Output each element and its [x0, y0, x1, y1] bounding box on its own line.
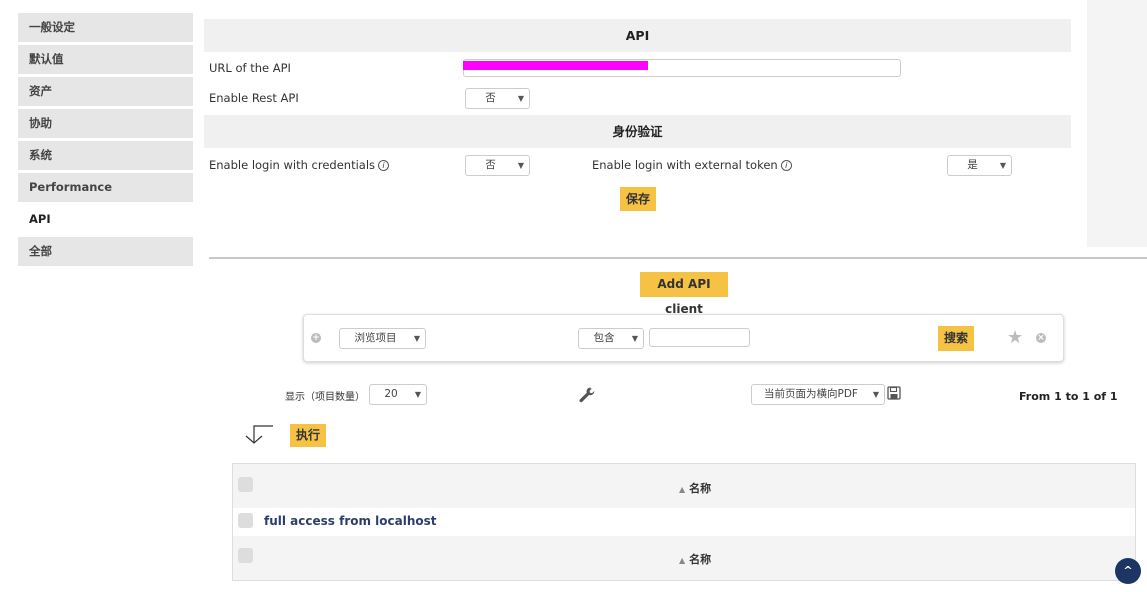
api-url-label: URL of the API	[209, 61, 291, 75]
info-icon[interactable]: i	[780, 160, 792, 171]
export-format-value: 当前页面为横向PDF	[764, 388, 858, 400]
search-operator-select[interactable]: 包含 ▼	[578, 328, 644, 349]
sidebar-item-all[interactable]: 全部	[18, 237, 193, 266]
sidebar-item-api[interactable]: API	[18, 205, 193, 234]
chevron-down-icon: ▼	[517, 161, 524, 170]
sidebar-item-assets[interactable]: 资产	[18, 77, 193, 106]
execute-button[interactable]: 执行	[290, 424, 326, 447]
page-size-value: 20	[384, 388, 398, 400]
chevron-down-icon: ▼	[414, 390, 421, 399]
table-footer: ▲ 名称	[233, 536, 1135, 580]
info-icon[interactable]: i	[378, 160, 390, 171]
row-checkbox[interactable]	[238, 513, 253, 528]
chevron-down-icon: ▼	[631, 334, 638, 343]
enable-rest-api-select[interactable]: 否 ▼	[465, 88, 530, 109]
star-icon[interactable]: ★	[1007, 329, 1023, 347]
sidebar-item-defaults[interactable]: 默认值	[18, 45, 193, 74]
pagination-text: From 1 to 1 of 1	[1019, 390, 1118, 403]
chevron-down-icon: ▼	[413, 334, 420, 343]
sidebar-item-performance[interactable]: Performance	[18, 173, 193, 202]
select-all-checkbox[interactable]	[238, 477, 253, 492]
redaction-mark	[463, 61, 648, 70]
search-field-select[interactable]: 浏览项目 ▼	[339, 328, 426, 349]
table-header: ▲ 名称	[233, 464, 1135, 508]
sort-up-icon: ▲	[679, 485, 686, 494]
enable-login-token-value: 是	[967, 159, 978, 171]
auth-section-header: 身份验证	[204, 115, 1071, 148]
table-row[interactable]: full access from localhost	[233, 508, 1135, 535]
settings-sidebar: 一般设定 默认值 资产 协助 系统 Performance API 全部	[18, 13, 193, 269]
column-footer-name-text: 名称	[689, 553, 712, 566]
sidebar-item-assistance[interactable]: 协助	[18, 109, 193, 138]
plus-icon[interactable]: +	[311, 333, 321, 343]
api-settings-panel: API URL of the API Enable Rest API 否 ▼ 身…	[204, 0, 1087, 247]
api-clients-table: ▲ 名称 full access from localhost ▲ 名称	[232, 463, 1136, 581]
page-size-select[interactable]: 20 ▼	[369, 384, 427, 405]
column-footer-name[interactable]: ▲ 名称	[679, 551, 711, 567]
scroll-to-top-button[interactable]: ^	[1115, 558, 1141, 584]
sidebar-item-system[interactable]: 系统	[18, 141, 193, 170]
chevron-down-icon: ▼	[517, 94, 524, 103]
arrow-down-left-icon	[245, 425, 273, 444]
search-operator-value: 包含	[593, 332, 615, 344]
search-filter-box: + 浏览项目 ▼ 包含 ▼ 搜索 ★ ×	[303, 314, 1064, 362]
enable-login-credentials-select[interactable]: 否 ▼	[465, 155, 530, 176]
chevron-down-icon: ▼	[872, 390, 879, 399]
enable-login-credentials-label: Enable login with credentials i	[209, 158, 390, 172]
enable-login-credentials-value: 否	[485, 159, 496, 171]
search-button[interactable]: 搜索	[938, 326, 974, 351]
close-icon[interactable]: ×	[1036, 333, 1046, 343]
export-format-select[interactable]: 当前页面为横向PDF ▼	[751, 384, 885, 405]
column-header-name-text: 名称	[689, 482, 712, 495]
enable-login-token-label: Enable login with external token i	[592, 158, 792, 172]
select-all-checkbox-footer[interactable]	[238, 548, 253, 563]
save-disk-icon[interactable]	[887, 386, 901, 400]
search-field-value: 浏览项目	[354, 332, 397, 344]
enable-login-token-text: Enable login with external token	[592, 158, 778, 172]
column-header-name[interactable]: ▲ 名称	[679, 480, 711, 496]
wrench-icon[interactable]	[578, 386, 596, 404]
search-query-input[interactable]	[649, 328, 750, 347]
sidebar-item-general[interactable]: 一般设定	[18, 13, 193, 42]
sort-up-icon: ▲	[679, 556, 686, 565]
enable-rest-api-label: Enable Rest API	[209, 91, 299, 105]
add-api-client-button[interactable]: Add API client	[640, 272, 728, 316]
enable-login-credentials-text: Enable login with credentials	[209, 158, 376, 172]
display-count-label: 显示（项目数量）	[285, 392, 365, 403]
section-divider	[209, 257, 1147, 259]
client-name-link[interactable]: full access from localhost	[264, 514, 437, 528]
chevron-down-icon: ▼	[999, 161, 1006, 170]
save-button[interactable]: 保存	[620, 187, 656, 211]
enable-rest-api-value: 否	[485, 92, 496, 104]
api-section-header: API	[204, 19, 1071, 52]
enable-login-token-select[interactable]: 是 ▼	[947, 155, 1012, 176]
